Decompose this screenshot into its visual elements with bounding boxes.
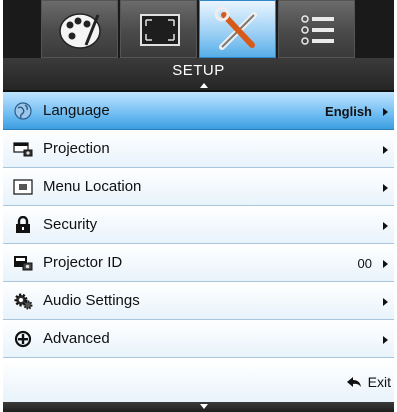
exit-button[interactable]: Exit — [368, 374, 391, 390]
list-icon — [301, 15, 334, 45]
exit-row: Exit — [3, 361, 394, 402]
menu-item-security[interactable]: Security — [3, 206, 394, 244]
language-value: English — [325, 104, 372, 119]
menu-item-menu-location[interactable]: Menu Location — [3, 168, 394, 206]
return-arrow-icon — [347, 377, 361, 387]
menu-item-label: Projection — [43, 140, 110, 157]
plus-circle-icon — [14, 330, 32, 348]
menu-item-audio-settings[interactable]: Audio Settings — [3, 282, 394, 320]
projector-id-icon — [14, 256, 33, 271]
tab-bar — [3, 0, 394, 58]
menu-header: SETUP — [3, 58, 394, 90]
scroll-up-icon[interactable] — [200, 83, 208, 88]
menu-item-label: Advanced — [43, 330, 110, 347]
audio-gear-icon — [14, 293, 33, 310]
osd-menu: SETUP Language English Projection Menu L… — [3, 0, 394, 412]
tab-display[interactable] — [120, 0, 197, 58]
chevron-right-icon — [383, 298, 388, 306]
scroll-down-icon[interactable] — [200, 404, 208, 409]
menu-item-label: Audio Settings — [43, 292, 140, 309]
menu-item-language[interactable]: Language English — [3, 92, 394, 130]
chevron-right-icon — [383, 184, 388, 192]
chevron-right-icon — [383, 146, 388, 154]
chevron-right-icon — [383, 336, 388, 344]
menu-item-label: Security — [43, 216, 98, 233]
globe-icon — [14, 102, 32, 120]
chevron-right-icon — [383, 222, 388, 230]
palette-icon — [59, 13, 101, 49]
menu-item-projector-id[interactable]: Projector ID 00 — [3, 244, 394, 282]
page-title: SETUP — [172, 62, 225, 79]
menu-location-icon — [13, 179, 33, 195]
menu-item-label: Language — [43, 102, 110, 119]
menu-item-label: Projector ID — [43, 254, 123, 271]
tab-options[interactable] — [278, 0, 355, 58]
tab-image-settings[interactable] — [41, 0, 118, 58]
menu-footer — [3, 402, 394, 412]
menu-item-projection[interactable]: Projection — [3, 130, 394, 168]
menu-item-label: Menu Location — [43, 178, 142, 195]
screen-resize-icon — [140, 14, 180, 46]
menu-item-advanced[interactable]: Advanced — [3, 320, 394, 358]
tools-icon — [214, 6, 257, 50]
projector-icon — [13, 142, 33, 157]
lock-icon — [16, 216, 30, 233]
tab-setup[interactable] — [199, 0, 276, 58]
projector-id-value: 00 — [357, 256, 372, 271]
chevron-right-icon — [383, 260, 388, 268]
chevron-right-icon — [383, 108, 388, 116]
